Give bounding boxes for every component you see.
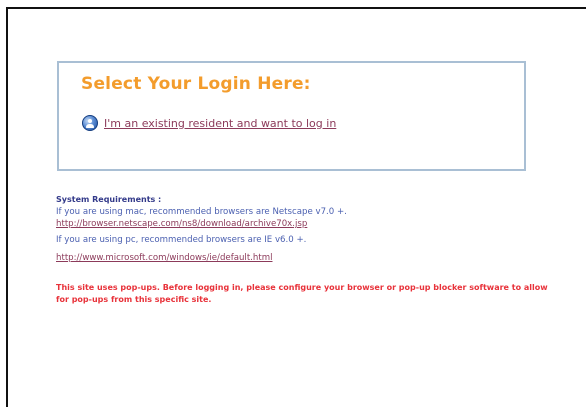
existing-resident-login-link[interactable]: I'm an existing resident and want to log… bbox=[104, 117, 336, 130]
login-title: Select Your Login Here: bbox=[81, 74, 311, 94]
user-icon[interactable] bbox=[82, 115, 98, 131]
login-panel: Select Your Login Here: I'm an existing … bbox=[57, 61, 526, 171]
system-requirements-heading: System Requirements : bbox=[56, 195, 162, 204]
netscape-download-link[interactable]: http://browser.netscape.com/ns8/download… bbox=[56, 218, 307, 230]
existing-resident-login-row[interactable]: I'm an existing resident and want to log… bbox=[82, 115, 336, 131]
system-requirements-section: System Requirements : If you are using m… bbox=[56, 194, 566, 306]
internet-explorer-download-link[interactable]: http://www.microsoft.com/windows/ie/defa… bbox=[56, 252, 273, 264]
popup-warning-text: This site uses pop-ups. Before logging i… bbox=[56, 283, 548, 304]
pc-requirement-text: If you are using pc, recommended browser… bbox=[56, 235, 307, 245]
mac-requirement-text: If you are using mac, recommended browse… bbox=[56, 207, 347, 217]
